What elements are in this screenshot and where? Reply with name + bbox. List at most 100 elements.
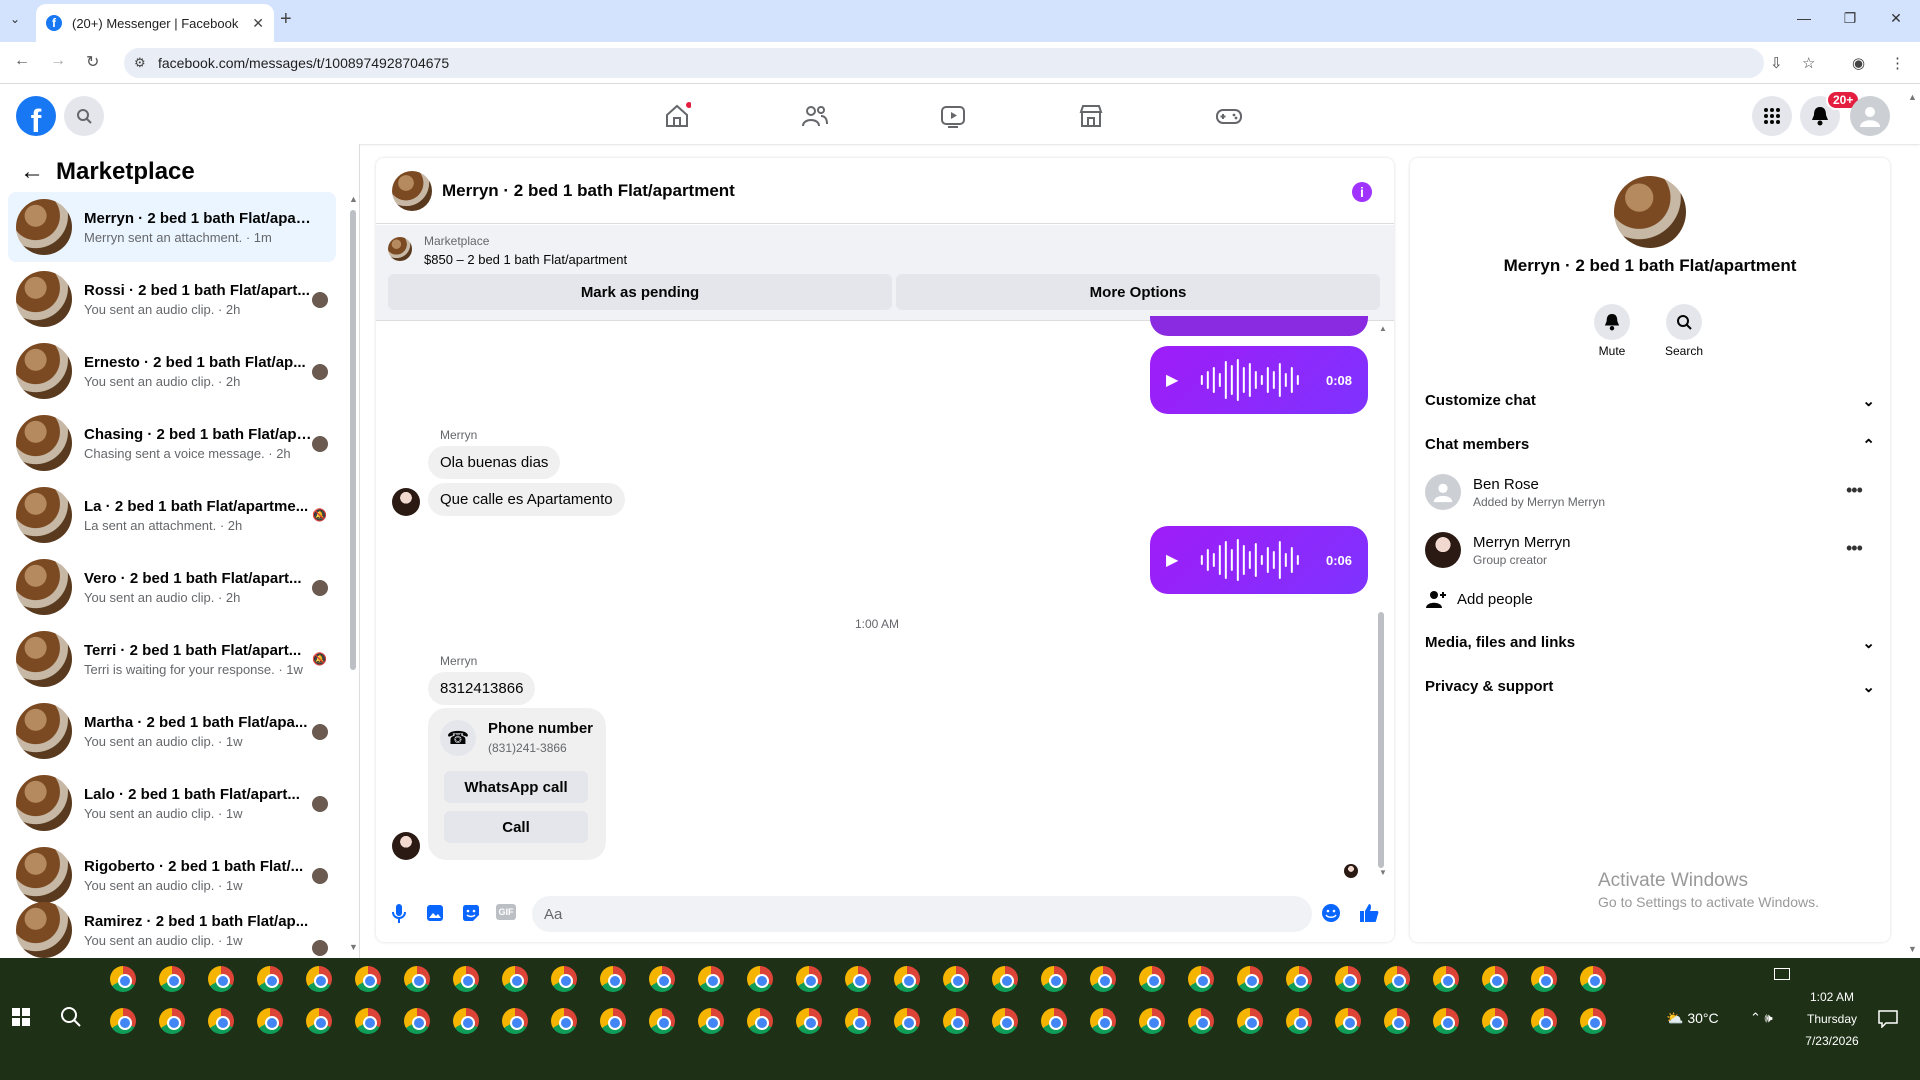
customize-chat-row[interactable]: Customize chat ⌄ — [1425, 392, 1875, 410]
taskbar-app-icon[interactable] — [1041, 966, 1067, 992]
taskbar-app-icon[interactable] — [1090, 966, 1116, 992]
taskbar-app-icon[interactable] — [992, 966, 1018, 992]
account-avatar[interactable] — [1850, 96, 1890, 136]
sticker-icon[interactable] — [460, 902, 482, 924]
taskbar-app-icon[interactable] — [1433, 1008, 1459, 1034]
media-files-row[interactable]: Media, files and links ⌄ — [1425, 634, 1875, 652]
taskbar-app-icon[interactable] — [159, 1008, 185, 1034]
taskbar-app-icon[interactable] — [845, 1008, 871, 1034]
taskbar-app-icon[interactable] — [306, 966, 332, 992]
taskbar-app-icon[interactable] — [1384, 966, 1410, 992]
taskbar-app-icon[interactable] — [943, 966, 969, 992]
taskbar-app-icon[interactable] — [257, 1008, 283, 1034]
play-icon[interactable]: ▶ — [1166, 370, 1178, 390]
taskbar-app-icon[interactable] — [698, 1008, 724, 1034]
taskbar-app-icon[interactable] — [404, 966, 430, 992]
taskbar-app-icon[interactable] — [1188, 966, 1214, 992]
close-window-button[interactable]: ✕ — [1886, 10, 1906, 27]
taskbar-search-icon[interactable] — [60, 1006, 82, 1028]
taskbar-app-icon[interactable] — [747, 966, 773, 992]
privacy-support-row[interactable]: Privacy & support ⌄ — [1425, 678, 1875, 696]
conversation-item[interactable]: Lalo · 2 bed 1 bath Flat/apart... You sen… — [8, 768, 336, 838]
conversation-item[interactable]: Martha · 2 bed 1 bath Flat/apa... You sen… — [8, 696, 336, 766]
thumbs-up-icon[interactable] — [1358, 902, 1380, 924]
taskbar-app-icon[interactable] — [943, 1008, 969, 1034]
audio-message-partial[interactable] — [1150, 316, 1368, 336]
taskbar-app-icon[interactable] — [894, 1008, 920, 1034]
taskbar-app-icon[interactable] — [1237, 1008, 1263, 1034]
message-bubble[interactable]: Que calle es Apartamento — [428, 483, 625, 516]
weather-widget[interactable]: ⛅ 30°C — [1666, 1010, 1719, 1027]
conversation-item[interactable]: Vero · 2 bed 1 bath Flat/apart... You sen… — [8, 552, 336, 622]
audio-message[interactable]: ▶ 0:08 — [1150, 346, 1368, 414]
taskbar-app-icon[interactable] — [551, 966, 577, 992]
sidebar-scrollbar[interactable] — [350, 210, 356, 670]
page-scroll-down-icon[interactable]: ▼ — [1908, 944, 1917, 954]
chat-scroll-down-icon[interactable]: ▼ — [1379, 868, 1387, 877]
listing-title[interactable]: $850 – 2 bed 1 bath Flat/apartment — [424, 252, 627, 267]
taskbar-app-icon[interactable] — [1139, 966, 1165, 992]
install-app-icon[interactable]: ⇩ — [1770, 54, 1783, 72]
chat-scrollbar[interactable] — [1378, 612, 1384, 868]
gif-icon[interactable]: GIF — [496, 904, 516, 920]
mute-button[interactable] — [1594, 304, 1630, 340]
scroll-down-arrow-icon[interactable]: ▼ — [349, 942, 358, 952]
page-scroll-up-icon[interactable]: ▲ — [1908, 92, 1917, 102]
sender-avatar[interactable] — [392, 488, 420, 516]
taskbar-app-icon[interactable] — [649, 966, 675, 992]
taskbar-app-icon[interactable] — [1286, 966, 1312, 992]
member-options-icon[interactable]: ••• — [1846, 538, 1863, 559]
taskbar-app-icon[interactable] — [453, 966, 479, 992]
call-button[interactable]: Call — [444, 811, 588, 843]
taskbar-app-icon[interactable] — [257, 966, 283, 992]
conversation-item[interactable]: La · 2 bed 1 bath Flat/apartme... La sent… — [8, 480, 336, 550]
taskbar-app-icon[interactable] — [110, 966, 136, 992]
message-bubble[interactable]: 8312413866 — [428, 672, 536, 705]
taskbar-app-icon[interactable] — [1531, 1008, 1557, 1034]
menu-grid-button[interactable] — [1752, 96, 1792, 136]
conversation-item[interactable]: Ramirez · 2 bed 1 bath Flat/ap... You sen… — [8, 902, 336, 958]
emoji-icon[interactable] — [1320, 902, 1342, 924]
taskbar-app-icon[interactable] — [1139, 1008, 1165, 1034]
search-chat-button[interactable] — [1666, 304, 1702, 340]
taskbar-app-icon[interactable] — [1384, 1008, 1410, 1034]
taskbar-app-icon[interactable] — [1286, 1008, 1312, 1034]
info-icon[interactable]: i — [1352, 182, 1372, 202]
marketplace-icon[interactable] — [1077, 102, 1105, 130]
taskbar-app-icon[interactable] — [747, 1008, 773, 1034]
taskbar-app-icon[interactable] — [1335, 966, 1361, 992]
taskbar-app-icon[interactable] — [1188, 1008, 1214, 1034]
taskbar-app-icon[interactable] — [355, 1008, 381, 1034]
taskbar-app-icon[interactable] — [404, 1008, 430, 1034]
taskbar-app-icon[interactable] — [992, 1008, 1018, 1034]
clock-time[interactable]: 1:02 AM — [1792, 990, 1872, 1004]
taskbar-app-icon[interactable] — [1237, 966, 1263, 992]
chat-header[interactable]: Merryn · 2 bed 1 bath Flat/apartment — [376, 158, 1394, 224]
taskbar-app-icon[interactable] — [1482, 966, 1508, 992]
taskbar-app-icon[interactable] — [502, 966, 528, 992]
taskbar-app-icon[interactable] — [796, 966, 822, 992]
action-center-icon[interactable] — [1774, 968, 1790, 980]
gaming-icon[interactable] — [1215, 102, 1243, 130]
friends-icon[interactable] — [801, 102, 829, 130]
taskbar-app-icon[interactable] — [110, 1008, 136, 1034]
restore-button[interactable]: ❐ — [1840, 10, 1860, 27]
taskbar-app-icon[interactable] — [1580, 966, 1606, 992]
taskbar-app-icon[interactable] — [551, 1008, 577, 1034]
conversation-item[interactable]: Rossi · 2 bed 1 bath Flat/apart... You se… — [8, 264, 336, 334]
scroll-up-arrow-icon[interactable]: ▲ — [349, 194, 358, 204]
member-item[interactable]: Ben Rose Added by Merryn Merryn — [1425, 474, 1605, 510]
video-icon[interactable] — [939, 102, 967, 130]
taskbar-app-icon[interactable] — [502, 1008, 528, 1034]
taskbar-app-icon[interactable] — [453, 1008, 479, 1034]
notification-center-icon[interactable] — [1878, 1010, 1898, 1028]
conversation-item[interactable]: Rigoberto · 2 bed 1 bath Flat/... You sen… — [8, 840, 336, 910]
message-input[interactable]: Aa — [532, 896, 1312, 932]
taskbar-app-icon[interactable] — [649, 1008, 675, 1034]
taskbar-app-icon[interactable] — [1090, 1008, 1116, 1034]
play-icon[interactable]: ▶ — [1166, 550, 1178, 570]
conversation-item[interactable]: Chasing · 2 bed 1 bath Flat/apart... Chas… — [8, 408, 336, 478]
taskbar-app-icon[interactable] — [159, 966, 185, 992]
bookmark-star-icon[interactable]: ☆ — [1802, 54, 1815, 72]
conversation-item[interactable]: Merryn · 2 bed 1 bath Flat/apart... Merry… — [8, 192, 336, 262]
